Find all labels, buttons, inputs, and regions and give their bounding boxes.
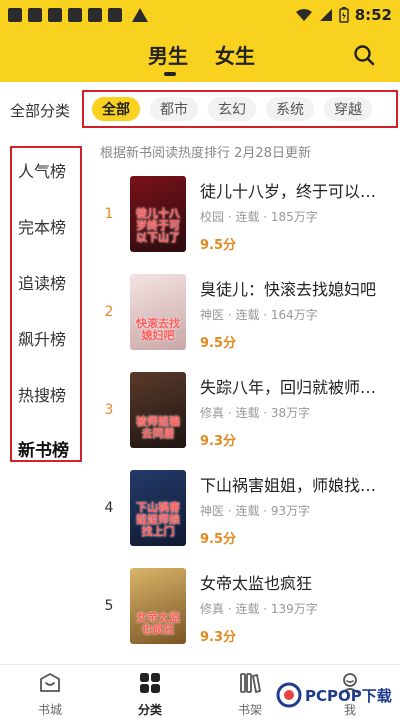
book-title: 徒儿十八岁，终于可以下山了 bbox=[200, 182, 390, 201]
notification-icon bbox=[88, 8, 102, 22]
nav-label: 分类 bbox=[137, 703, 162, 717]
notification-icon bbox=[28, 8, 42, 22]
sidebar-item-following[interactable]: 追读榜 bbox=[18, 270, 66, 294]
book-score: 9.5分 bbox=[200, 336, 237, 351]
book-cover: 徒儿十八岁终于可以下山了 bbox=[130, 176, 186, 252]
battery-icon bbox=[338, 7, 349, 23]
bookshelf-icon bbox=[240, 673, 261, 693]
cover-title-art: 下山祸害姐姐师娘找上门 bbox=[136, 500, 180, 538]
book-city-icon bbox=[40, 673, 60, 692]
book-rank: 3 bbox=[104, 402, 114, 418]
cover-title-art: 快滚去找媳妇吧 bbox=[136, 316, 180, 342]
book-cover: 下山祸害姐姐师娘找上门 bbox=[130, 470, 186, 546]
sidebar-item-popular[interactable]: 人气榜 bbox=[18, 158, 66, 182]
notification-icon bbox=[108, 8, 122, 22]
book-score: 9.5分 bbox=[200, 532, 237, 547]
book-score: 9.3分 bbox=[200, 630, 237, 645]
book-title: 臭徒儿：快滚去找媳妇吧 bbox=[200, 280, 377, 299]
book-meta: 修真 · 连载 · 139万字 bbox=[200, 602, 318, 616]
tab-male[interactable]: 男生 bbox=[148, 40, 188, 69]
ranking-sidebar: 人气榜 完本榜 追读榜 飙升榜 热搜榜 新书榜 bbox=[10, 146, 82, 462]
nav-book-city[interactable]: 书城 bbox=[0, 665, 100, 720]
book-rank: 4 bbox=[104, 500, 114, 516]
wifi-icon bbox=[295, 9, 312, 21]
ranking-note: 根据新书阅读热度排行 2月28日更新 bbox=[100, 146, 311, 161]
book-cover: 快滚去找媳妇吧 bbox=[130, 274, 186, 350]
watermark-text: PCPOP下载 bbox=[305, 686, 392, 705]
pcpop-watermark: PCPOP下载 bbox=[276, 682, 392, 708]
book-item[interactable]: 3 被师姐骗去同居 失踪八年，回归就被师姐们宠上天 修真 · 连载 · 38万字… bbox=[96, 372, 396, 462]
sidebar-item-hot-search[interactable]: 热搜榜 bbox=[18, 382, 66, 406]
warning-icon bbox=[132, 8, 148, 22]
notification-icons bbox=[8, 8, 148, 22]
book-rank: 2 bbox=[104, 304, 114, 320]
sidebar-item-new-books[interactable]: 新书榜 bbox=[18, 436, 69, 461]
notification-icon bbox=[8, 8, 22, 22]
book-cover: 被师姐骗去同居 bbox=[130, 372, 186, 448]
book-item[interactable]: 5 女帝太监也疯狂 女帝太监也疯狂 修真 · 连载 · 139万字 9.3分 bbox=[96, 568, 396, 658]
notification-icon bbox=[68, 8, 82, 22]
book-item[interactable]: 4 下山祸害姐姐师娘找上门 下山祸害姐姐，师娘找上门 神医 · 连载 · 93万… bbox=[96, 470, 396, 560]
book-score: 9.3分 bbox=[200, 434, 237, 449]
status-bar: 8:52 bbox=[0, 0, 400, 30]
notification-icon bbox=[48, 8, 62, 22]
sidebar-item-rising[interactable]: 飙升榜 bbox=[18, 326, 66, 350]
category-filter-row: 全部分类 全部 都市 玄幻 系统 穿越 bbox=[0, 82, 400, 138]
book-item[interactable]: 1 徒儿十八岁终于可以下山了 徒儿十八岁，终于可以下山了 校园 · 连载 · 1… bbox=[96, 176, 396, 266]
book-title: 失踪八年，回归就被师姐们宠上天 bbox=[200, 378, 390, 397]
book-meta: 校园 · 连载 · 185万字 bbox=[200, 210, 318, 224]
chip-system[interactable]: 系统 bbox=[266, 97, 314, 121]
book-score: 9.5分 bbox=[200, 238, 237, 253]
book-title: 女帝太监也疯狂 bbox=[200, 574, 313, 593]
all-categories-label: 全部分类 bbox=[10, 102, 71, 120]
sidebar-item-completed[interactable]: 完本榜 bbox=[18, 214, 66, 238]
book-rank: 5 bbox=[104, 598, 114, 614]
book-cover: 女帝太监也疯狂 bbox=[130, 568, 186, 644]
book-meta: 神医 · 连载 · 164万字 bbox=[200, 308, 318, 322]
cover-title-art: 女帝太监也疯狂 bbox=[136, 610, 180, 636]
chip-time-travel[interactable]: 穿越 bbox=[324, 97, 372, 121]
cover-title-art: 徒儿十八岁终于可以下山了 bbox=[136, 206, 180, 244]
book-meta: 神医 · 连载 · 93万字 bbox=[200, 504, 311, 518]
top-header: 男生 女生 bbox=[0, 30, 400, 82]
category-chips: 全部 都市 玄幻 系统 穿越 bbox=[82, 90, 398, 128]
signal-icon bbox=[319, 9, 332, 21]
book-rank: 1 bbox=[104, 206, 114, 222]
chip-all[interactable]: 全部 bbox=[92, 97, 140, 121]
chip-fantasy[interactable]: 玄幻 bbox=[208, 97, 256, 121]
book-title: 下山祸害姐姐，师娘找上门 bbox=[200, 476, 390, 495]
cover-title-art: 被师姐骗去同居 bbox=[136, 414, 180, 440]
chip-urban[interactable]: 都市 bbox=[150, 97, 198, 121]
category-grid-icon bbox=[140, 673, 160, 693]
book-meta: 修真 · 连载 · 38万字 bbox=[200, 406, 311, 420]
search-icon[interactable] bbox=[352, 43, 376, 67]
active-tab-indicator bbox=[164, 72, 176, 76]
status-time: 8:52 bbox=[354, 6, 392, 24]
pcpop-logo-icon bbox=[276, 682, 302, 708]
nav-category[interactable]: 分类 bbox=[100, 665, 200, 720]
nav-label: 书城 bbox=[37, 703, 62, 717]
tab-female[interactable]: 女生 bbox=[215, 40, 255, 69]
book-item[interactable]: 2 快滚去找媳妇吧 臭徒儿：快滚去找媳妇吧 神医 · 连载 · 164万字 9.… bbox=[96, 274, 396, 364]
